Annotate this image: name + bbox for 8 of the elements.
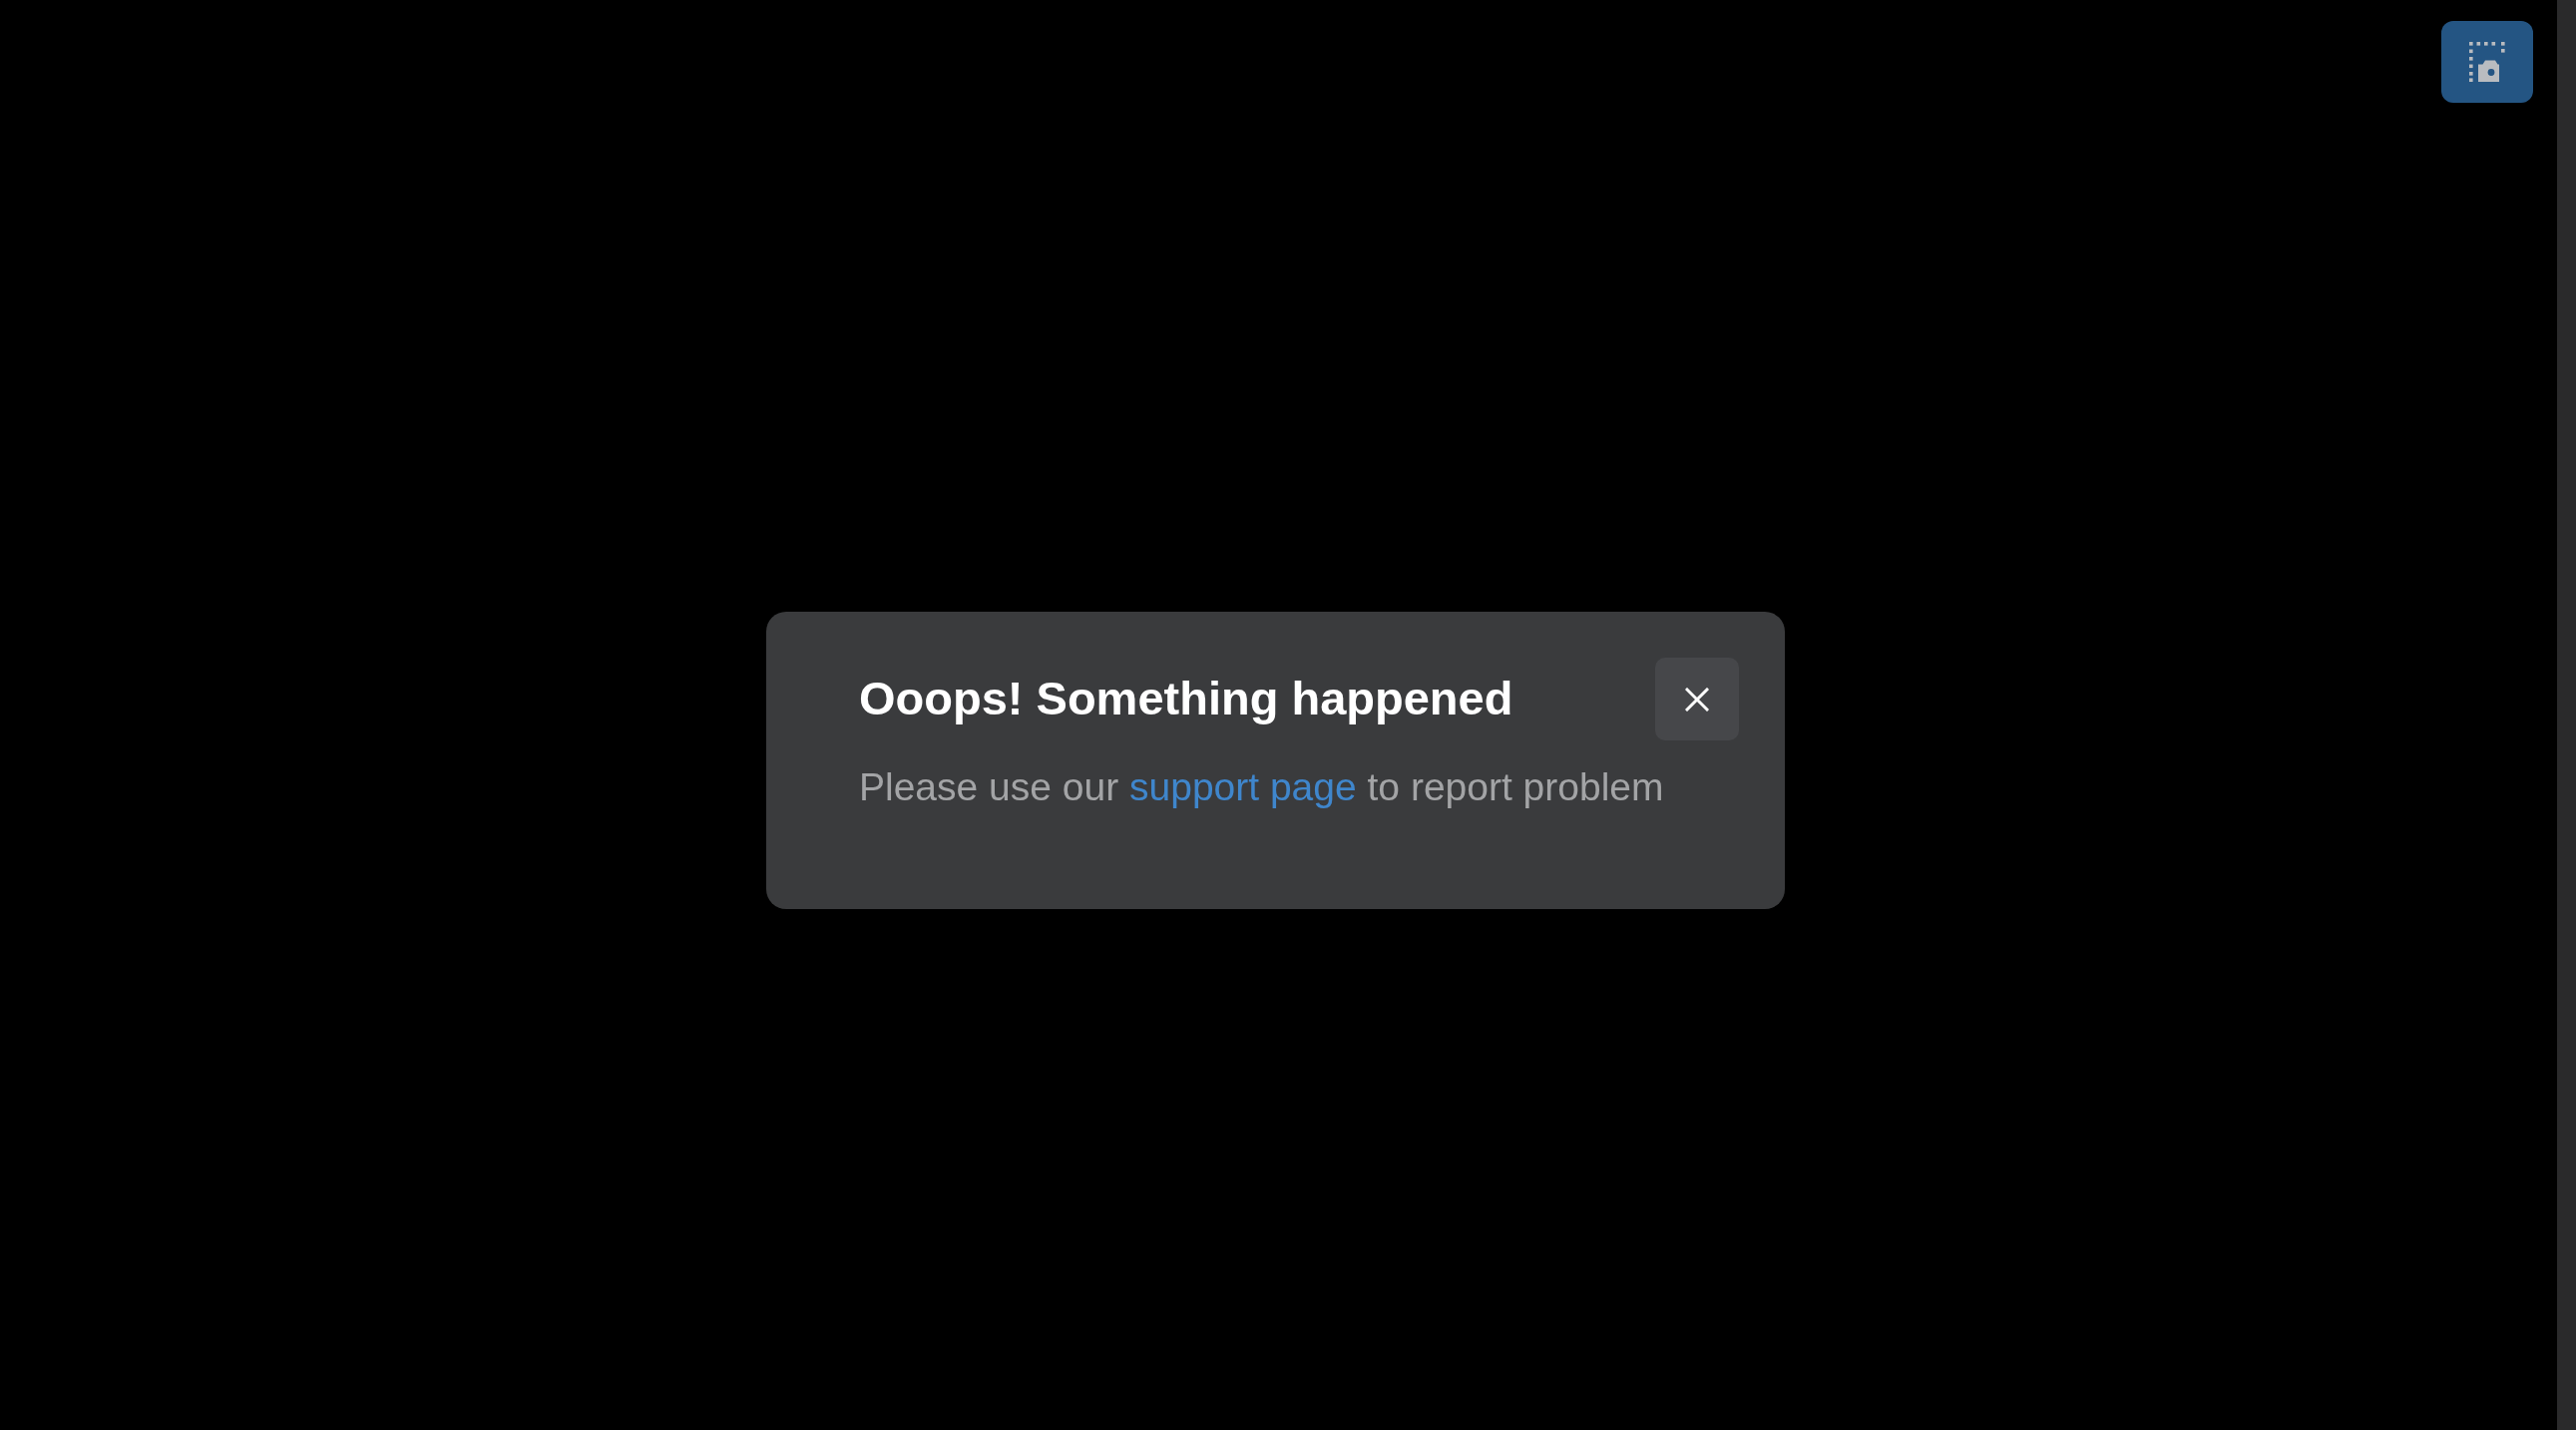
- dialog-message: Please use our support page to report problem: [859, 764, 1665, 810]
- dialog-title: Ooops! Something happened: [859, 671, 1513, 727]
- camera-selection-icon: [2469, 42, 2505, 82]
- scrollbar-track[interactable]: [2557, 0, 2576, 1430]
- close-icon: [1685, 687, 1709, 712]
- screenshot-button[interactable]: [2441, 21, 2533, 103]
- support-link[interactable]: support page: [1129, 765, 1357, 808]
- close-button[interactable]: [1655, 658, 1739, 740]
